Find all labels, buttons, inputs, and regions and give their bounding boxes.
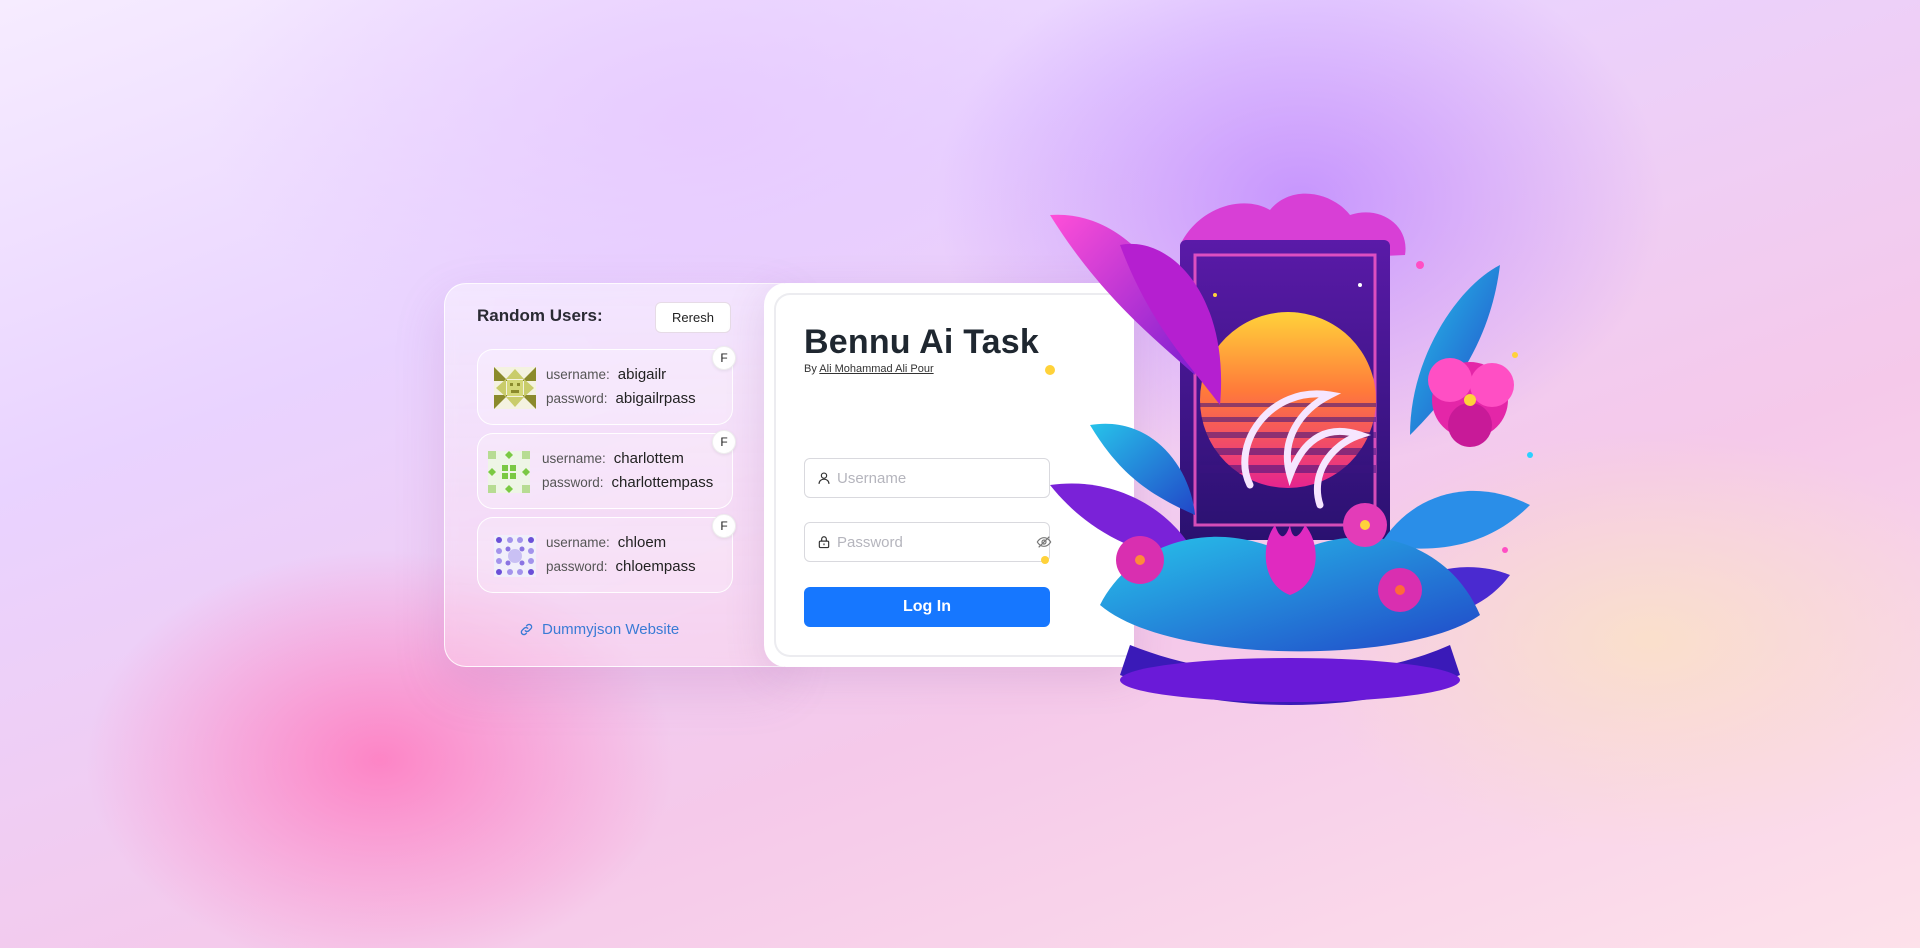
user-card[interactable]: username: abigailr password: abigailrpass … [477, 346, 736, 425]
password-label: password: [546, 559, 608, 574]
password-label: password: [546, 391, 608, 406]
user-avatar-icon [488, 451, 530, 493]
username-value: abigailr [617, 366, 667, 383]
password-field[interactable] [804, 522, 1052, 562]
random-users-title: Random Users: [477, 306, 603, 325]
author-link[interactable]: Ali Mohammad Ali Pour [819, 363, 933, 375]
refresh-button[interactable]: Reresh [655, 302, 731, 333]
lock-icon [818, 536, 830, 549]
login-button[interactable]: Log In [804, 587, 1050, 627]
username-label: username: [546, 367, 610, 382]
password-value: chloempass [615, 558, 696, 575]
password-value: abigailrpass [615, 390, 696, 407]
gender-badge: F [712, 514, 736, 538]
username-value: chloem [617, 534, 667, 551]
byline-prefix: By [804, 363, 817, 375]
password-label: password: [542, 475, 604, 490]
username-field[interactable] [804, 458, 1050, 498]
user-avatar-icon [494, 535, 536, 577]
user-icon [818, 472, 830, 484]
dummyjson-website-link[interactable]: Dummyjson Website [519, 621, 679, 638]
username-label: username: [542, 451, 606, 466]
gender-badge: F [712, 430, 736, 454]
author-byline: By Ali Mohammad Ali Pour [804, 363, 934, 375]
page-title: Bennu Ai Task [804, 323, 1039, 361]
random-users-panel: Random Users: Reresh username: abigailr p… [444, 283, 784, 667]
password-input[interactable] [837, 523, 1036, 561]
password-value: charlottempass [611, 474, 714, 491]
username-label: username: [546, 535, 610, 550]
username-value: charlottem [613, 450, 684, 467]
dummyjson-link-label: Dummyjson Website [542, 621, 680, 638]
link-icon [520, 623, 533, 636]
username-input[interactable] [837, 459, 1049, 497]
user-avatar-icon [494, 367, 536, 409]
user-card[interactable]: username: chloem password: chloempass F [477, 514, 736, 593]
tropical-sunset-illustration [1041, 193, 1533, 705]
hibiscus-right [1428, 358, 1514, 447]
gender-badge: F [712, 346, 736, 370]
user-card[interactable]: username: charlottem password: charlottemp… [477, 430, 736, 509]
